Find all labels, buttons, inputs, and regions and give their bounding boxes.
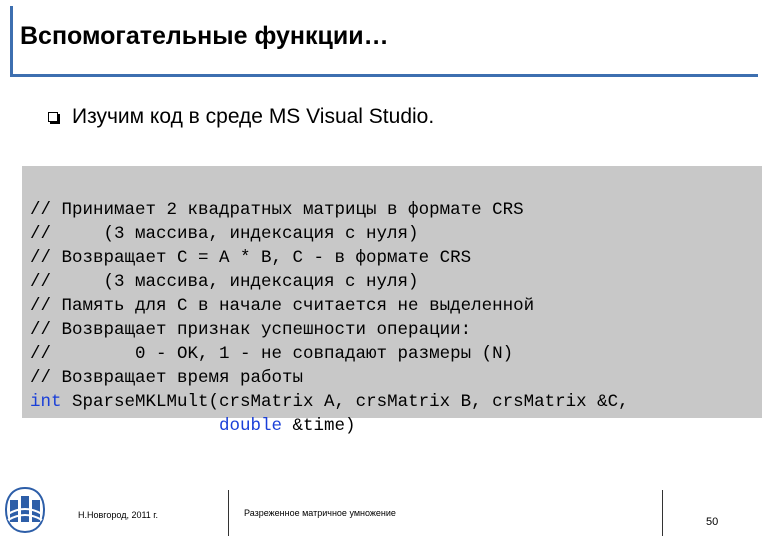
code-line: // Возвращает C = A * B, C - в формате C… [30,248,472,268]
code-signature-line: int SparseMKLMult(crsMatrix A, crsMatrix… [30,392,629,412]
page-number: 50 [706,516,719,528]
university-logo-icon [4,486,46,534]
code-signature-line-2: double &time) [30,416,356,436]
code-line: // Память для C в начале считается не вы… [30,296,535,316]
code-line: // Возвращает признак успешности операци… [30,320,472,340]
code-line: // (3 массива, индексация с нуля) [30,224,419,244]
footer-city: Н.Новгород, 2011 г. [78,510,158,520]
code-lines: // Принимает 2 квадратных матрицы в форм… [30,174,629,438]
footer-divider [228,490,229,536]
footer-topic: Разреженное матричное умножение [244,508,396,518]
code-keyword: int [30,392,62,412]
code-keyword: double [219,416,283,436]
bullet-text: Изучим код в среде MS Visual Studio. [72,105,435,128]
bullet-item: Изучим код в среде MS Visual Studio. [48,102,434,132]
code-block: // Принимает 2 квадратных матрицы в форм… [22,166,762,436]
code-text: &time) [282,416,356,436]
slide-title: Вспомогательные функции… [20,22,389,50]
square-bullet-icon [48,112,60,124]
footer-divider [662,490,663,536]
code-line: // Принимает 2 квадратных матрицы в форм… [30,200,524,220]
code-line: // Возвращает время работы [30,368,304,388]
code-line: // 0 - OK, 1 - не совпадают размеры (N) [30,344,514,364]
code-line: // (3 массива, индексация с нуля) [30,272,419,292]
code-text: SparseMKLMult(crsMatrix A, crsMatrix B, … [61,392,629,412]
